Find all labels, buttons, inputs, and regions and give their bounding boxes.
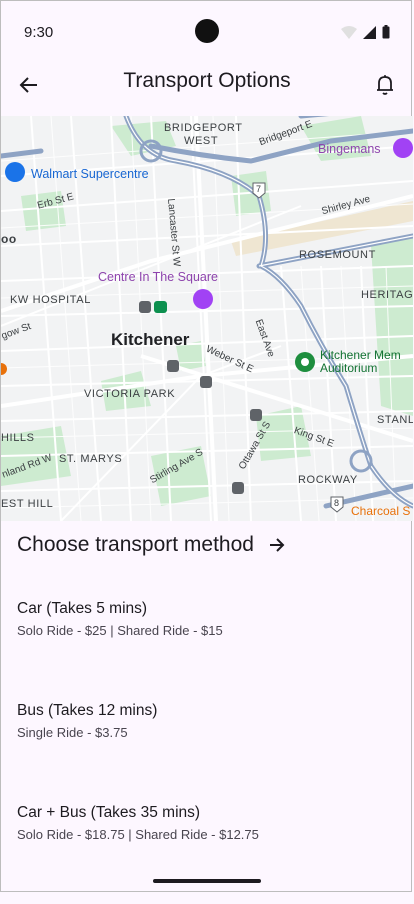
- map-label-oo: oo: [1, 232, 17, 246]
- arrow-forward-icon: [269, 538, 285, 552]
- map-label-rockway: ROCKWAY: [298, 474, 358, 486]
- transport-option-car-bus[interactable]: Car + Bus (Takes 35 mins) Solo Ride - $1…: [17, 804, 397, 904]
- map-poi-charcoal: Charcoal S: [351, 504, 411, 518]
- map-label-bridgeport-west: WEST: [184, 135, 219, 147]
- signal-icon: [363, 25, 376, 39]
- map-label-victoria-park: VICTORIA PARK: [84, 388, 176, 400]
- bell-icon: [377, 75, 393, 95]
- map-label-est-hill: EST HILL: [1, 498, 54, 510]
- transport-option-car[interactable]: Car (Takes 5 mins) Solo Ride - $25 | Sha…: [17, 600, 397, 700]
- section-title: Choose transport method: [17, 533, 254, 556]
- memorial-line-2: Auditorium: [320, 361, 378, 375]
- map-poi-walmart: Walmart Supercentre: [31, 167, 149, 181]
- map-poi-bingemans: Bingemans: [318, 142, 381, 156]
- status-bar: 9:30: [0, 0, 414, 64]
- app-bar: Transport Options: [0, 64, 414, 116]
- map-label-hwy7: 7: [256, 184, 262, 194]
- page-title: Transport Options: [123, 69, 291, 92]
- memorial-line-1: Kitchener Mem: [320, 348, 401, 362]
- option-title: Bus (Takes 12 mins): [17, 702, 158, 719]
- option-title: Car (Takes 5 mins): [17, 600, 148, 617]
- map-label-hwy8: 8: [334, 498, 340, 508]
- option-subtitle: Solo Ride - $25 | Shared Ride - $15: [17, 623, 223, 638]
- map-label-stanley: STANL: [377, 414, 413, 426]
- map-label-bridgeport: BRIDGEPORT: [164, 122, 243, 134]
- battery-icon: [382, 25, 390, 39]
- choose-transport-header[interactable]: Choose transport method: [17, 533, 286, 557]
- system-icons: [341, 25, 390, 39]
- option-title: Car + Bus (Takes 35 mins): [17, 804, 201, 821]
- option-subtitle: Solo Ride - $18.75 | Shared Ride - $12.7…: [17, 827, 259, 842]
- map-label-kw-hospital: KW HOSPITAL: [10, 294, 91, 306]
- notifications-button[interactable]: [370, 70, 400, 100]
- map-label-kitchener: Kitchener: [111, 330, 190, 349]
- map-view[interactable]: BRIDGEPORT WEST Bridgeport E Bingemans W…: [1, 116, 413, 521]
- camera-cutout: [195, 19, 219, 43]
- map-poi-centre-in-the-square: Centre In The Square: [98, 270, 218, 284]
- map-poi-memorial-auditorium: Kitchener Mem Auditorium: [320, 349, 401, 375]
- transport-option-bus[interactable]: Bus (Takes 12 mins) Single Ride - $3.75: [17, 702, 397, 802]
- map-label-heritage: HERITAG: [361, 289, 413, 301]
- status-time: 9:30: [24, 24, 54, 41]
- home-indicator[interactable]: [153, 879, 261, 883]
- map-label-st-marys: ST. MARYS: [59, 453, 123, 465]
- map-label-hills: HILLS: [1, 432, 35, 444]
- transport-options-list: Car (Takes 5 mins) Solo Ride - $25 | Sha…: [17, 598, 397, 904]
- option-subtitle: Single Ride - $3.75: [17, 725, 128, 740]
- wifi-icon: [341, 25, 357, 39]
- map-label-rosemount: ROSEMOUNT: [299, 249, 376, 261]
